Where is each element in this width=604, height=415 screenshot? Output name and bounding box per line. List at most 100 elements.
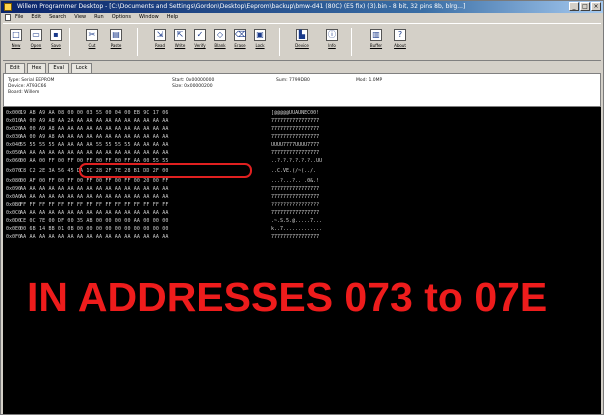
- row-hex[interactable]: AA 00 A9 A8 AA AA AA AA AA AA AA AA AA A…: [20, 125, 169, 133]
- row-hex[interactable]: AA AA AA AA AA AA AA AA AA AA AA AA AA A…: [20, 149, 169, 157]
- about-icon: ?: [394, 29, 406, 41]
- info-left-column: Type: Serial EEPROM Device: AT93C66 Boar…: [8, 78, 54, 96]
- menu-bar: File Edit Search View Run Options Window…: [1, 13, 603, 22]
- row-hex[interactable]: FF FF FF FF FF FF FF FF FF FF FF FF FF F…: [20, 201, 169, 209]
- info-button[interactable]: ⓘ Info: [323, 27, 341, 57]
- lock-button[interactable]: ▣ Lock: [251, 27, 269, 57]
- read-button[interactable]: ⇲ Read: [151, 27, 169, 57]
- row-hex[interactable]: 00 AF 00 FF 00 FF 00 FF 00 FF 00 FF 00 2…: [20, 177, 169, 185]
- app-icon: [4, 3, 12, 11]
- new-file-icon: □: [10, 29, 22, 41]
- row-hex[interactable]: AA AA AA AA AA AA AA AA AA AA AA AA AA A…: [20, 233, 169, 241]
- row-hex[interactable]: AA 00 A9 A8 AA 2A AA AA AA AA AA AA AA A…: [20, 117, 169, 125]
- maximize-button[interactable]: □: [580, 2, 590, 11]
- tab-lock[interactable]: Lock: [70, 63, 93, 73]
- row-hex[interactable]: AA AA AA AA AA AA AA AA AA AA AA AA AA A…: [20, 209, 169, 217]
- menu-view[interactable]: View: [74, 13, 86, 22]
- open-folder-icon: ▭: [30, 29, 42, 41]
- row-address: 0x0C0: [6, 210, 22, 216]
- device-button[interactable]: ▙ Device: [293, 27, 311, 57]
- row-ascii: 7777777777777777: [271, 150, 320, 156]
- minimize-button[interactable]: _: [569, 2, 579, 11]
- read-chip-icon: ⇲: [154, 29, 166, 41]
- row-hex[interactable]: 00 6B 14 BB 01 0B 00 00 00 00 00 00 00 0…: [20, 225, 169, 233]
- dump-row: 0x0E0 00 6B 14 BB 01 0B 00 00 00 00 00 00…: [3, 225, 601, 233]
- row-address: 0x030: [6, 134, 22, 140]
- blank-button[interactable]: ◇ Blank: [211, 27, 229, 57]
- row-address: 0x0F0: [6, 234, 22, 240]
- row-ascii: 7777777777777777: [271, 194, 320, 200]
- row-address: 0x000: [6, 110, 22, 116]
- tab-edit[interactable]: Edit: [5, 63, 25, 73]
- paste-icon: ▤: [110, 29, 122, 41]
- toolbar: □ New ▭ Open ▪ Save ✂ Cut ▤ Paste ⇲ Read ⇱ Writ…: [3, 23, 601, 61]
- row-address: 0x050: [6, 150, 22, 156]
- annotation-caption: IN ADDRESSES 073 to 07E: [27, 274, 548, 320]
- open-button[interactable]: ▭ Open: [27, 27, 45, 57]
- close-button[interactable]: ×: [591, 2, 601, 11]
- menu-search[interactable]: Search: [49, 13, 66, 22]
- window-controls: _ □ ×: [569, 2, 601, 11]
- toolbar-separator: [279, 28, 280, 56]
- erase-icon: ⌫: [234, 29, 247, 41]
- dump-row: 0x090 AA AA AA AA AA AA AA AA AA AA AA AA…: [3, 185, 601, 193]
- row-address: 0x0D0: [6, 218, 22, 224]
- checksum-text: Sum: 7799DB0: [276, 78, 310, 83]
- dump-row: 0x0C0 AA AA AA AA AA AA AA AA AA AA AA AA…: [3, 209, 601, 217]
- hex-dump-view[interactable]: 0x000 19 AB A9 AA 08 00 00 03 55 00 04 00…: [3, 107, 601, 414]
- row-hex[interactable]: 55 55 55 55 AA AA AA AA 55 55 55 55 AA A…: [20, 141, 169, 149]
- row-hex[interactable]: CE 0C 7E 00 DF 00 35 AB 00 00 00 00 AA 0…: [20, 217, 169, 225]
- toolbar-separator: [69, 28, 70, 56]
- row-ascii: k..7.............: [271, 226, 323, 232]
- document-icon: [5, 14, 11, 21]
- row-ascii: ????????????????: [271, 202, 320, 208]
- about-button[interactable]: ? About: [391, 27, 409, 57]
- highlight-annotation: [79, 163, 252, 178]
- tab-hex[interactable]: Hex: [26, 63, 47, 73]
- size-text: Size: 0x00000200: [172, 84, 213, 89]
- menu-file[interactable]: File: [15, 13, 23, 22]
- row-ascii: UUUU7777UUUU7777: [271, 142, 320, 148]
- paste-button[interactable]: ▤ Paste: [107, 27, 125, 57]
- row-address: 0x020: [6, 126, 22, 132]
- row-ascii: 7777777777777777: [271, 126, 320, 132]
- menu-run[interactable]: Run: [94, 13, 104, 22]
- menu-help[interactable]: Help: [167, 13, 178, 22]
- dump-row: 0x0B0 FF FF FF FF FF FF FF FF FF FF FF FF…: [3, 201, 601, 209]
- row-ascii: ..?.?.?.?.?.?..UU: [271, 158, 323, 164]
- row-ascii: 7777777777777777: [271, 186, 320, 192]
- verify-button[interactable]: ✓ Verify: [191, 27, 209, 57]
- toolbar-separator: [351, 28, 352, 56]
- row-hex[interactable]: 19 AB A9 AA 08 00 00 03 55 00 04 00 EB 9…: [20, 109, 169, 117]
- dump-row: 0x030 AA 00 A9 A8 AA AA AA AA AA AA AA AA…: [3, 133, 601, 141]
- buffer-button[interactable]: ▥ Buffer: [367, 27, 385, 57]
- dump-row: 0x020 AA 00 A9 A8 AA AA AA AA AA AA AA AA…: [3, 125, 601, 133]
- menu-options[interactable]: Options: [112, 13, 131, 22]
- tab-eval[interactable]: Eval: [48, 63, 69, 73]
- write-button[interactable]: ⇱ Write: [171, 27, 189, 57]
- dump-row: 0x0F0 AA AA AA AA AA AA AA AA AA AA AA AA…: [3, 233, 601, 241]
- title-bar[interactable]: Willem Programmer Desktop - [C:\Document…: [1, 1, 603, 13]
- cut-button[interactable]: ✂ Cut: [83, 27, 101, 57]
- dump-row: 0x010 AA 00 A9 A8 AA 2A AA AA AA AA AA AA…: [3, 117, 601, 125]
- dump-row: 0x000 19 AB A9 AA 08 00 00 03 55 00 04 00…: [3, 109, 601, 117]
- dump-row: 0x040 55 55 55 55 AA AA AA AA 55 55 55 55…: [3, 141, 601, 149]
- row-address: 0x0E0: [6, 226, 22, 232]
- info-icon: ⓘ: [326, 29, 338, 41]
- write-chip-icon: ⇱: [174, 29, 186, 41]
- tab-strip: Edit Hex Eval Lock: [5, 63, 93, 73]
- erase-button[interactable]: ⌫ Erase: [231, 27, 249, 57]
- row-address: 0x040: [6, 142, 22, 148]
- dump-row: 0x080 00 AF 00 FF 00 FF 00 FF 00 FF 00 FF…: [3, 177, 601, 185]
- save-button[interactable]: ▪ Save: [47, 27, 65, 57]
- dump-row: 0x0A0 AA AA AA AA AA AA AA AA AA AA AA AA…: [3, 193, 601, 201]
- device-icon: ▙: [296, 29, 308, 41]
- new-button[interactable]: □ New: [7, 27, 25, 57]
- lock-icon: ▣: [254, 29, 266, 41]
- row-address: 0x060: [6, 158, 22, 164]
- row-hex[interactable]: AA 00 A9 A8 AA AA AA AA AA AA AA AA AA A…: [20, 133, 169, 141]
- row-hex[interactable]: AA AA AA AA AA AA AA AA AA AA AA AA AA A…: [20, 185, 169, 193]
- row-hex[interactable]: AA AA AA AA AA AA AA AA AA AA AA AA AA A…: [20, 193, 169, 201]
- menu-window[interactable]: Window: [139, 13, 159, 22]
- menu-edit[interactable]: Edit: [31, 13, 41, 22]
